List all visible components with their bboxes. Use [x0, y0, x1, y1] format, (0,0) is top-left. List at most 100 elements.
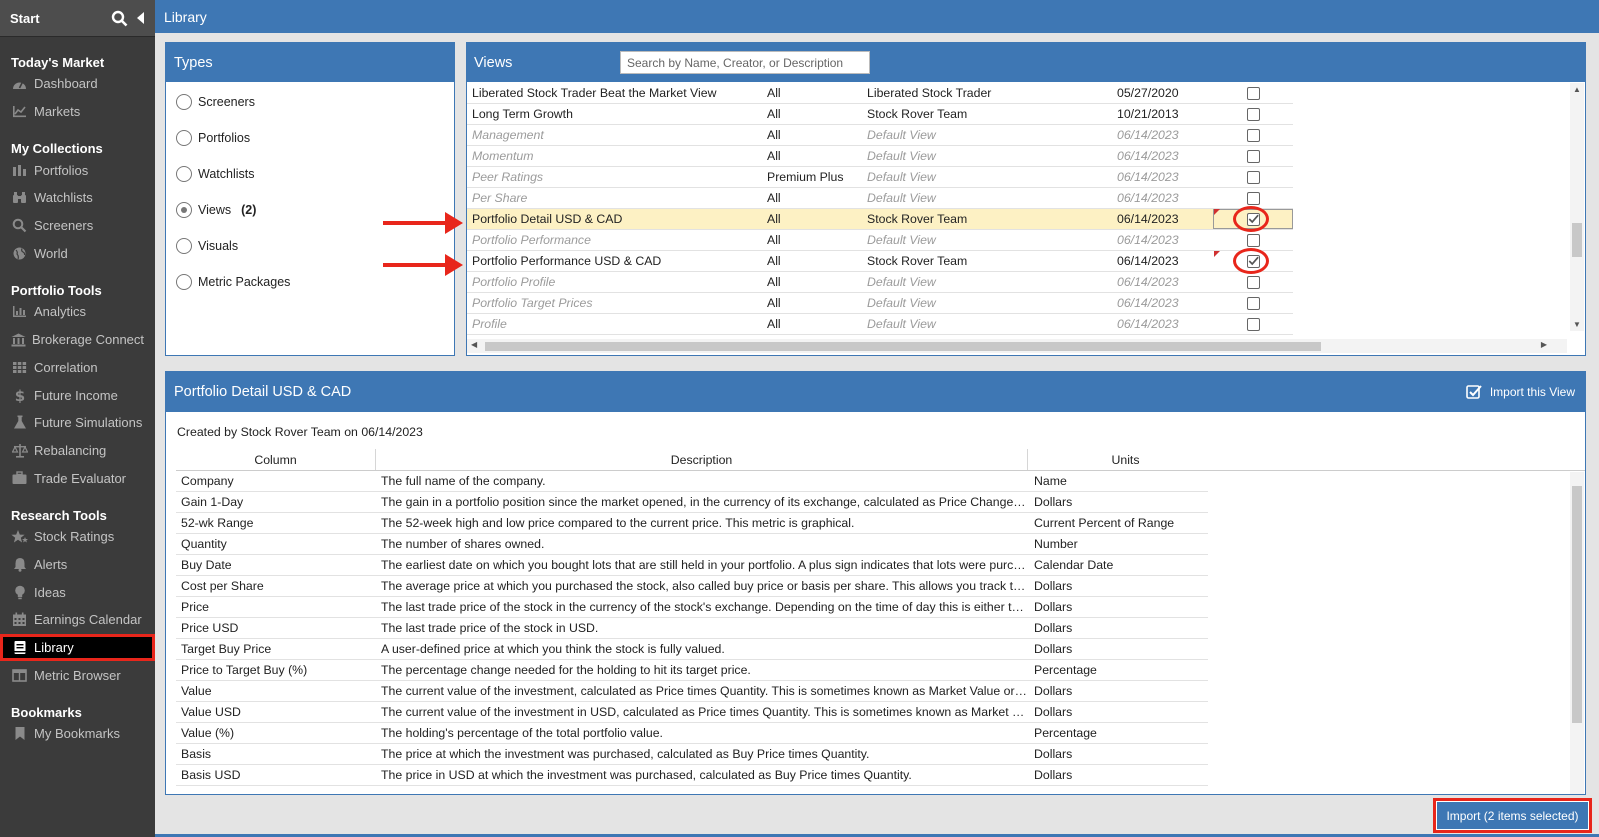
radio-button[interactable] [176, 130, 192, 146]
types-title: Types [174, 54, 213, 71]
checkbox[interactable] [1246, 107, 1260, 121]
scroll-left-icon[interactable]: ◀ [471, 340, 477, 349]
detail-column-name: Basis [181, 747, 212, 761]
sidebar-item-label: World [34, 245, 68, 261]
start-label[interactable]: Start [10, 11, 40, 26]
sidebar-item-screeners[interactable]: Screeners [0, 212, 155, 240]
views-scroll-thumb[interactable] [1572, 223, 1582, 257]
search-icon[interactable] [111, 10, 128, 27]
view-plan: All [767, 212, 781, 226]
view-row[interactable]: Portfolio Profile All Default View 06/14/20… [467, 272, 1293, 293]
view-row[interactable]: Portfolio Performance USD & CAD All Stock … [467, 248, 1293, 274]
sidebar-item-library[interactable]: Library [0, 633, 155, 662]
view-creator: Default View [867, 317, 936, 331]
view-row[interactable]: Portfolio Target Prices All Default View 06… [467, 293, 1293, 314]
chart-icon [11, 104, 28, 119]
sidebar-item-dashboard[interactable]: Dashboard [0, 70, 155, 98]
sidebar-item-alerts[interactable]: Alerts [0, 551, 155, 579]
radio-button[interactable] [176, 274, 192, 290]
sidebar-item-future-simulations[interactable]: Future Simulations [0, 409, 155, 437]
sidebar-item-trade-evaluator[interactable]: Trade Evaluator [0, 464, 155, 492]
radio-button[interactable] [176, 238, 192, 254]
sidebar-item-metric-browser[interactable]: Metric Browser [0, 661, 155, 689]
import-button[interactable]: Import (2 items selected) [1433, 798, 1592, 833]
view-row[interactable]: Long Term Growth All Stock Rover Team 10/21… [467, 104, 1293, 125]
type-option-watchlists[interactable]: Watchlists [166, 156, 454, 192]
sidebar-item-analytics[interactable]: Analytics [0, 298, 155, 326]
detail-title: Portfolio Detail USD & CAD [174, 384, 352, 400]
sidebar-item-future-income[interactable]: $ Future Income [0, 381, 155, 409]
types-panel-header: Types [166, 43, 454, 82]
view-row[interactable]: Portfolio Detail USD & CAD All Stock Rover… [467, 206, 1293, 232]
checkbox[interactable] [1246, 296, 1260, 310]
dollar-icon: $ [11, 388, 28, 403]
checkbox[interactable] [1246, 275, 1260, 289]
detail-description: The current value of the investment in U… [381, 705, 1028, 719]
detail-column-name: Value USD [181, 705, 241, 719]
column-header-column[interactable]: Column [176, 449, 376, 470]
view-select-cell [1213, 191, 1293, 205]
detail-vertical-scrollbar[interactable] [1570, 472, 1584, 794]
sidebar-item-stock-ratings[interactable]: Stock Ratings [0, 523, 155, 551]
sidebar-item-earnings-calendar[interactable]: Earnings Calendar [0, 606, 155, 634]
view-row[interactable]: Portfolio Performance All Default View 06/1… [467, 230, 1293, 251]
view-name: Long Term Growth [472, 107, 573, 121]
checkbox-checked-icon[interactable] [1466, 384, 1482, 400]
view-row[interactable]: Management All Default View 06/14/2023 [467, 125, 1293, 146]
collapse-left-icon[interactable] [136, 12, 145, 24]
checkbox[interactable] [1246, 149, 1260, 163]
sidebar-item-correlation[interactable]: Correlation [0, 354, 155, 382]
view-date: 06/14/2023 [1117, 296, 1179, 310]
import-this-view-toggle[interactable]: Import this View [1466, 384, 1575, 400]
sidebar-item-ideas[interactable]: Ideas [0, 578, 155, 606]
views-horizontal-scrollbar[interactable]: ◀ ▶ [467, 339, 1567, 353]
sidebar-item-world[interactable]: World [0, 239, 155, 267]
views-hscroll-thumb[interactable] [485, 342, 1321, 351]
column-header-description[interactable]: Description [376, 449, 1028, 470]
view-plan: All [767, 128, 781, 142]
sidebar-item-my-bookmarks[interactable]: My Bookmarks [0, 720, 155, 748]
sidebar-item-watchlists[interactable]: Watchlists [0, 184, 155, 212]
view-date: 06/14/2023 [1117, 191, 1179, 205]
checkbox-checked-icon[interactable] [1246, 212, 1260, 226]
type-option-screeners[interactable]: Screeners [166, 84, 454, 120]
stars-icon [11, 529, 28, 544]
view-name: Momentum [472, 149, 534, 163]
radio-button[interactable] [176, 94, 192, 110]
views-search-input[interactable] [620, 51, 870, 74]
flask-icon [11, 415, 28, 430]
view-row[interactable]: Per Share All Default View 06/14/2023 [467, 188, 1293, 209]
detail-units: Percentage [1034, 726, 1097, 740]
checkbox[interactable] [1246, 317, 1260, 331]
view-row[interactable]: Profile All Default View 06/14/2023 [467, 314, 1293, 335]
scroll-right-icon[interactable]: ▶ [1541, 340, 1547, 349]
view-date: 06/14/2023 [1117, 233, 1179, 247]
view-row[interactable]: Liberated Stock Trader Beat the Market V… [467, 83, 1293, 104]
radio-button[interactable] [176, 166, 192, 182]
checkbox-checked-icon[interactable] [1246, 254, 1260, 268]
view-row[interactable]: Peer Ratings Premium Plus Default View 06/1… [467, 167, 1293, 188]
detail-units: Dollars [1034, 600, 1073, 614]
sidebar-item-markets[interactable]: Markets [0, 98, 155, 126]
radio-button[interactable] [176, 202, 192, 218]
sidebar-item-brokerage-connect[interactable]: Brokerage Connect [0, 326, 155, 354]
view-select-cell [1213, 254, 1293, 268]
checkbox[interactable] [1246, 170, 1260, 184]
checkbox[interactable] [1246, 233, 1260, 247]
view-creator: Default View [867, 296, 936, 310]
checkbox[interactable] [1246, 86, 1260, 100]
detail-scroll-thumb[interactable] [1572, 486, 1582, 723]
sidebar-item-label: Watchlists [34, 190, 93, 206]
column-header-units[interactable]: Units [1028, 449, 1223, 470]
scroll-up-icon[interactable]: ▲ [1573, 85, 1581, 94]
detail-units: Dollars [1034, 768, 1073, 782]
type-option-portfolios[interactable]: Portfolios [166, 120, 454, 156]
checkbox[interactable] [1246, 128, 1260, 142]
scroll-down-icon[interactable]: ▼ [1573, 320, 1581, 329]
checkbox[interactable] [1246, 191, 1260, 205]
view-row[interactable]: Momentum All Default View 06/14/2023 [467, 146, 1293, 167]
sidebar-item-portfolios[interactable]: Portfolios [0, 156, 155, 184]
views-vertical-scrollbar[interactable]: ▲ ▼ [1570, 83, 1584, 331]
sidebar-item-rebalancing[interactable]: Rebalancing [0, 437, 155, 465]
sidebar-section-research-tools: Research Tools [11, 507, 107, 523]
